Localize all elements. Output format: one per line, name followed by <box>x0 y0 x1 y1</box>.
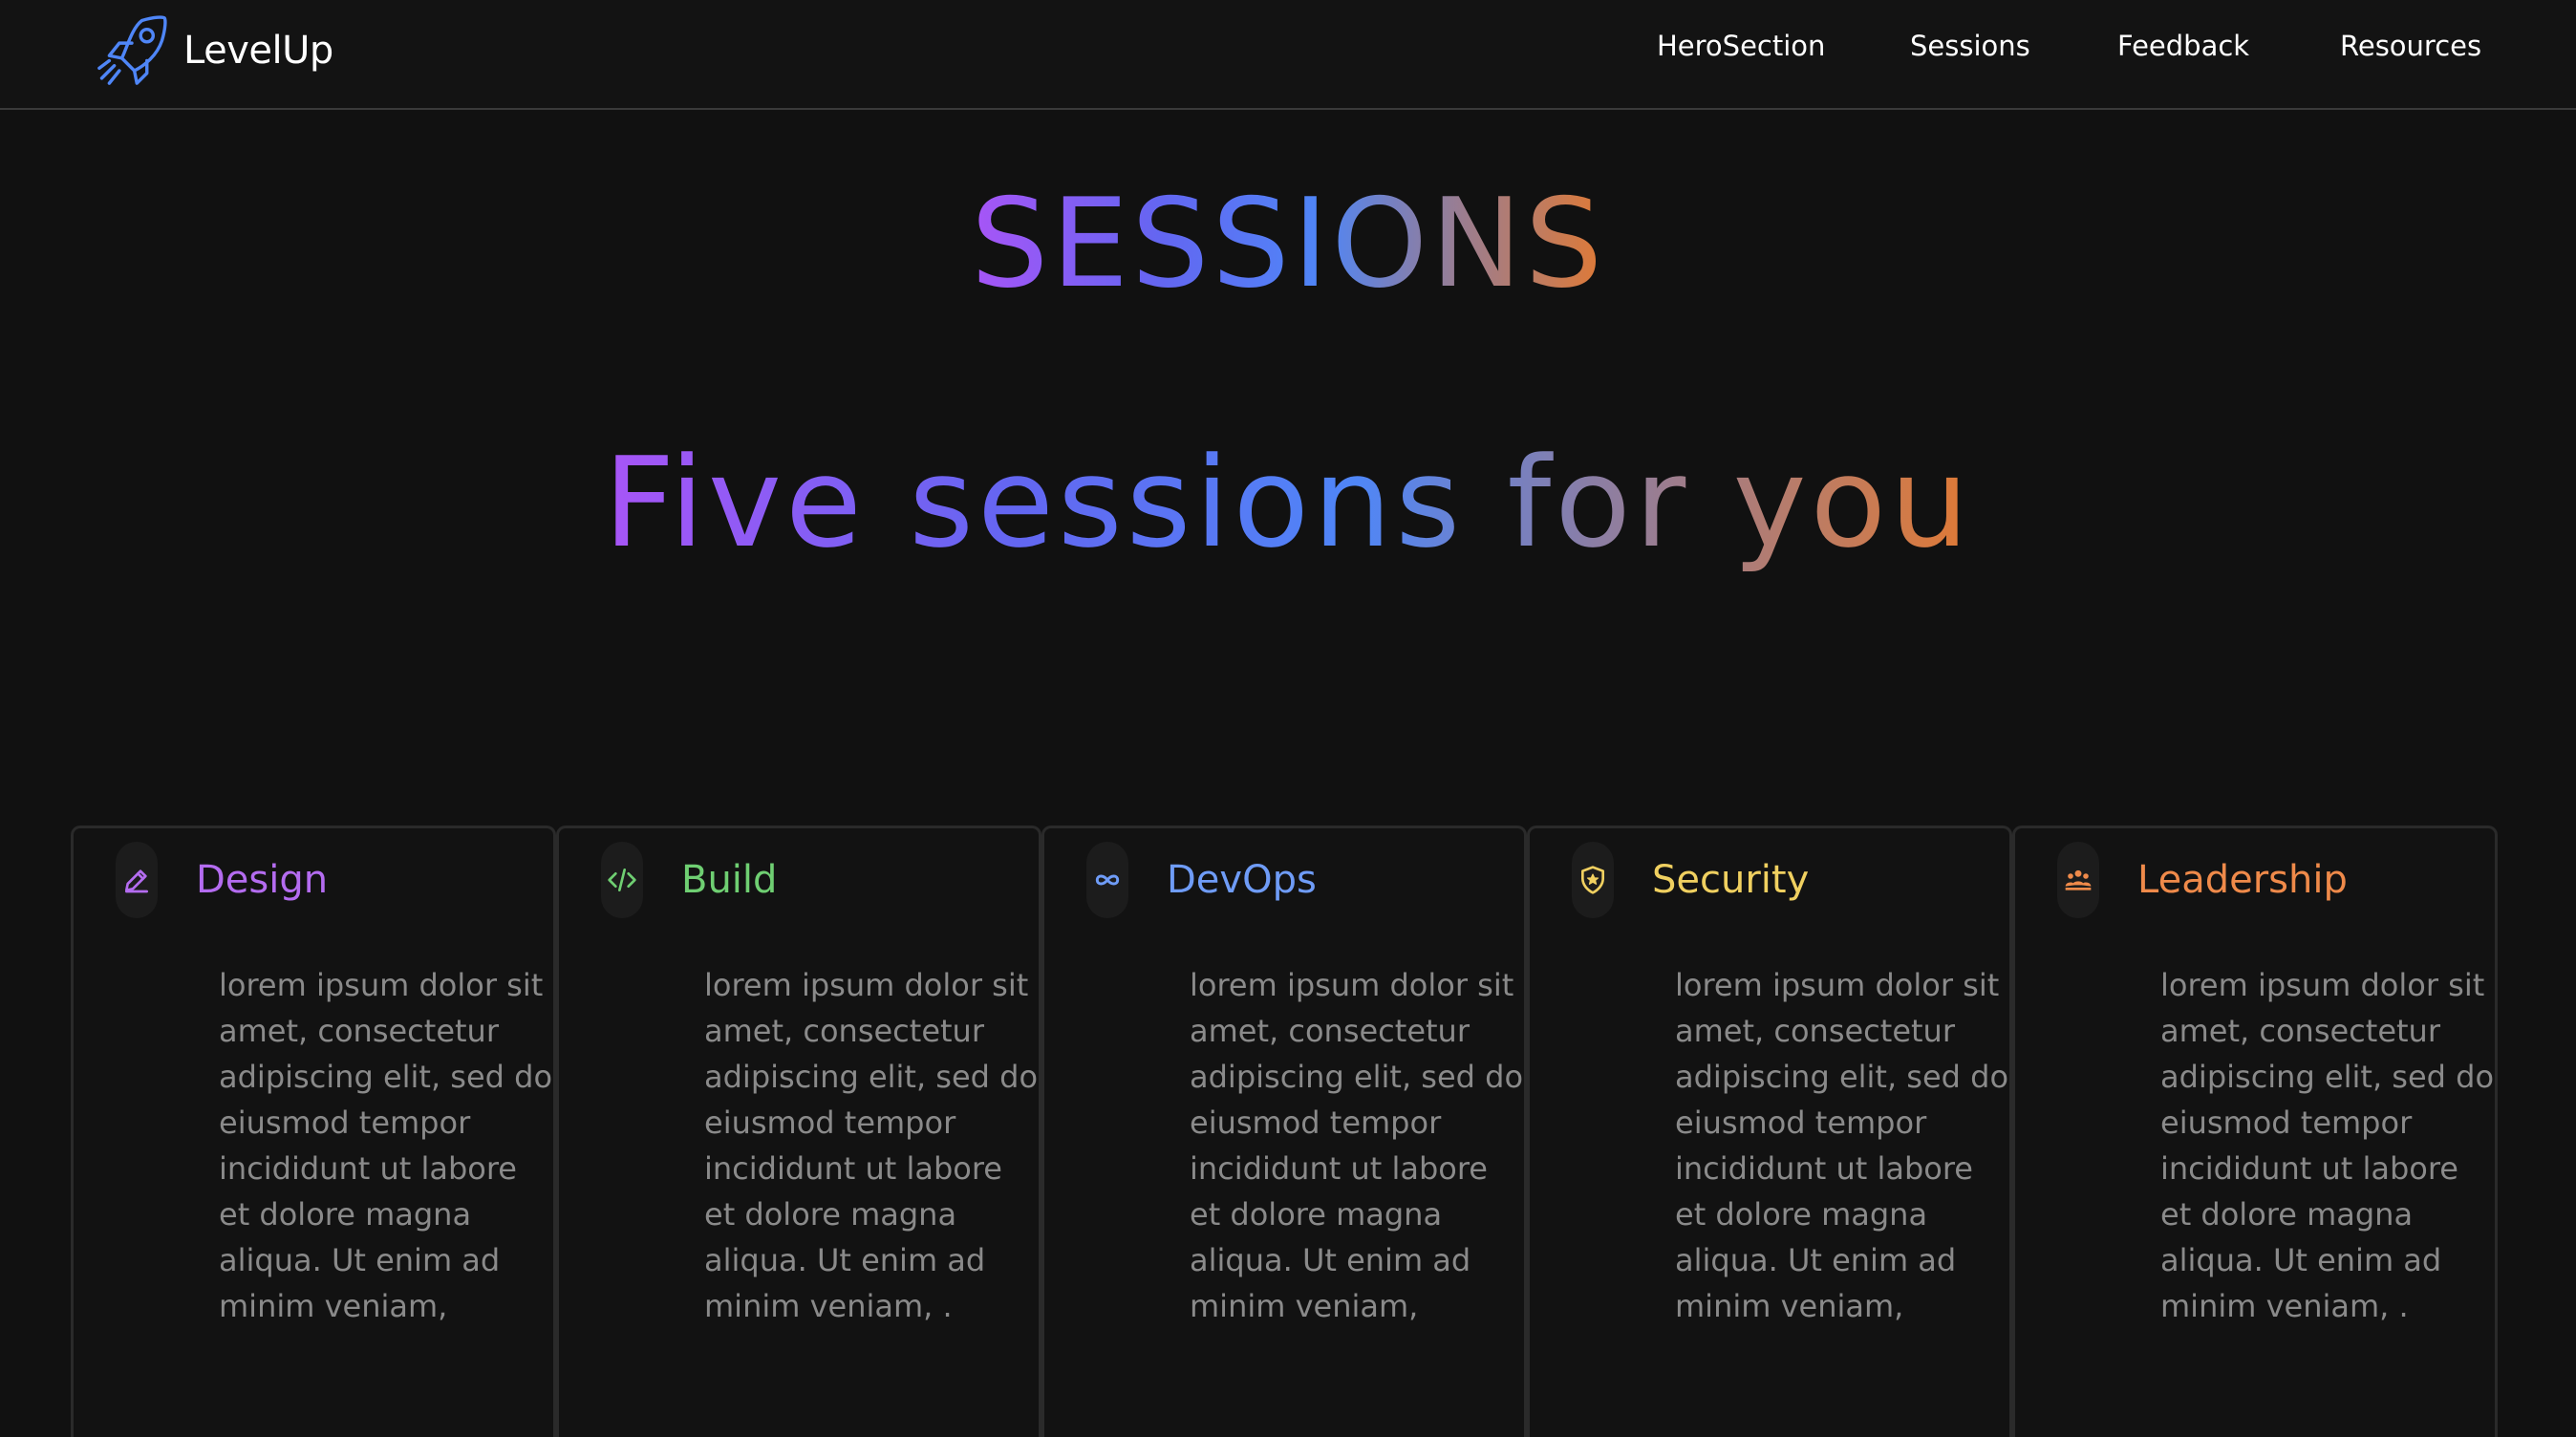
sessions-heading-text: SESSIONS <box>970 173 1606 315</box>
card-title: Security <box>1652 858 1810 902</box>
card-title: Leadership <box>2137 858 2348 902</box>
nav-link-feedback[interactable]: Feedback <box>2117 27 2249 65</box>
icon-badge <box>601 842 643 918</box>
main-nav: HeroSection Sessions Feedback Resources <box>0 0 2576 94</box>
session-cards: Design lorem ipsum dolor sit amet, conse… <box>71 826 2503 1437</box>
nav-link-resources[interactable]: Resources <box>2340 27 2481 65</box>
icon-badge <box>1086 842 1128 918</box>
infinity-icon <box>1095 874 1120 886</box>
sessions-subheading-text: Five sessions for you <box>604 426 1973 579</box>
card-header: Build <box>601 842 777 918</box>
icon-badge <box>2057 842 2099 918</box>
card-description: lorem ipsum dolor sit amet, consectetur … <box>704 967 1039 1324</box>
card-title: DevOps <box>1167 858 1317 902</box>
pencil-icon <box>125 869 148 893</box>
card-description: lorem ipsum dolor sit amet, consectetur … <box>1190 967 1524 1324</box>
sessions-subheading: Five sessions for you <box>0 426 2576 579</box>
session-card-leadership[interactable]: Leadership lorem ipsum dolor sit amet, c… <box>2012 826 2498 1437</box>
session-card-design[interactable]: Design lorem ipsum dolor sit amet, conse… <box>71 826 556 1437</box>
card-description: lorem ipsum dolor sit amet, consectetur … <box>219 967 553 1324</box>
nav-link-sessions[interactable]: Sessions <box>1910 27 2030 65</box>
icon-badge <box>1572 842 1614 918</box>
icon-badge <box>116 842 158 918</box>
card-header: Security <box>1572 842 1809 918</box>
card-description: lorem ipsum dolor sit amet, consectetur … <box>2160 967 2495 1324</box>
crowd-icon <box>2065 869 2092 890</box>
card-header: DevOps <box>1086 842 1317 918</box>
session-card-devops[interactable]: DevOps lorem ipsum dolor sit amet, conse… <box>1041 826 1527 1437</box>
card-header: Design <box>116 842 328 918</box>
sessions-heading: SESSIONS <box>0 178 2576 311</box>
top-navbar: LevelUp HeroSection Sessions Feedback Re… <box>0 0 2576 110</box>
nav-link-herosection[interactable]: HeroSection <box>1657 27 1825 65</box>
card-description: lorem ipsum dolor sit amet, consectetur … <box>1675 967 2009 1324</box>
code-icon <box>608 869 636 891</box>
shield-star-icon <box>1581 866 1604 894</box>
card-title: Design <box>196 858 329 902</box>
card-header: Leadership <box>2057 842 2348 918</box>
card-title: Build <box>681 858 778 902</box>
session-card-security[interactable]: Security lorem ipsum dolor sit amet, con… <box>1527 826 2012 1437</box>
session-card-build[interactable]: Build lorem ipsum dolor sit amet, consec… <box>556 826 1041 1437</box>
